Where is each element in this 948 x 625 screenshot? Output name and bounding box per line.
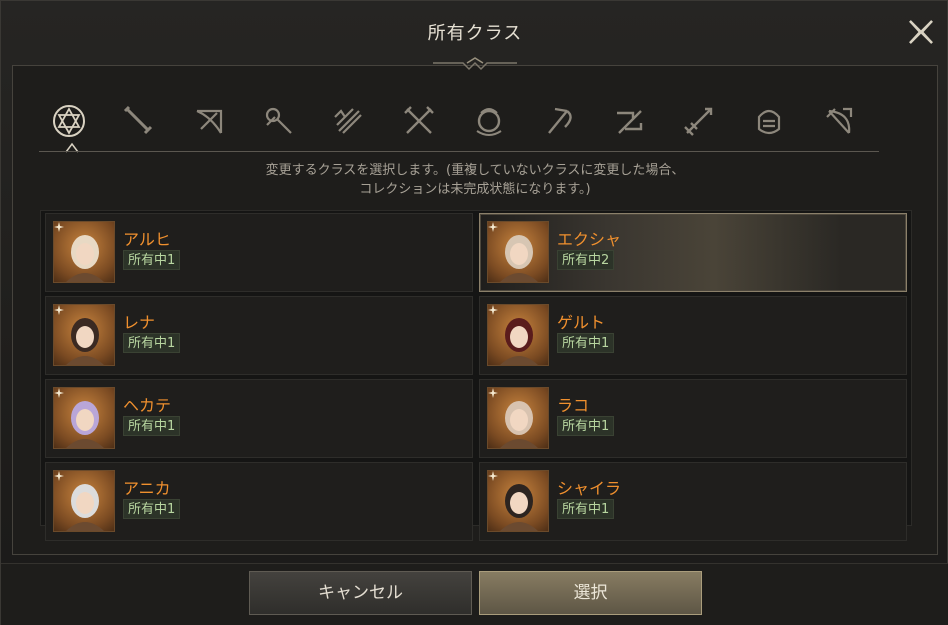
owned-count-badge: 所有中1 [123,499,181,519]
class-filter-tabs [41,93,877,153]
class-tab-7[interactable] [461,93,517,149]
quiver-icon [334,108,362,134]
class-portrait [53,470,115,532]
class-portrait [53,221,115,283]
staff-icon [265,107,292,134]
gauntlet-icon [757,109,781,135]
class-portrait [487,387,549,449]
owned-count-badge: 所有中2 [557,250,615,270]
spear-icon [684,107,713,136]
bow-icon [826,107,853,134]
twin-guns-icon [617,110,643,134]
class-portrait [487,470,549,532]
class-name: シャイラ [557,479,622,498]
hexagram-all-icon [53,105,85,137]
class-name: レナ [123,313,156,332]
description: 変更するクラスを選択します。(重複していないクラスに変更した場合、 コレクション… [1,161,948,199]
sparkle-icon [488,471,498,481]
owned-class-dialog: 所有クラス 変更するクラスを選択します。(重複していないクラスに変更した場合、 … [0,0,948,625]
owned-count-badge: 所有中1 [557,499,615,519]
scythe-icon [548,107,572,134]
cancel-button[interactable]: キャンセル [249,571,472,615]
dual-daggers-icon [404,106,434,134]
class-portrait [487,304,549,366]
class-tab-2[interactable] [111,93,167,149]
owned-count-badge: 所有中1 [557,416,615,436]
close-icon [909,20,933,44]
description-line-1: 変更するクラスを選択します。(重複していないクラスに変更した場合、 [265,163,685,178]
class-portrait [53,387,115,449]
close-button[interactable] [907,18,935,46]
sparkle-icon [488,305,498,315]
dialog-title: 所有クラス [427,23,523,44]
footer [1,563,948,625]
class-card[interactable]: ゲルト 所有中1 [479,296,907,375]
class-card[interactable]: エクシャ 所有中2 [479,213,907,292]
class-list[interactable]: アルヒ 所有中1 エクシャ 所有中2 レナ 所有中1 ゲルト 所有中1 ヘカテ 所有中1 ラコ 所有中… [40,210,912,541]
sparkle-icon [54,222,64,232]
sparkle-icon [54,388,64,398]
class-tab-11[interactable] [741,93,797,149]
select-button[interactable]: 選択 [479,571,702,615]
class-name: ラコ [557,396,590,415]
class-portrait [53,304,115,366]
class-card[interactable]: レナ 所有中1 [45,296,473,375]
class-name: アニカ [123,479,171,498]
owned-count-badge: 所有中1 [557,333,615,353]
crossbow-icon [196,109,223,134]
class-card[interactable]: アルヒ 所有中1 [45,213,473,292]
class-tab-8[interactable] [531,93,587,149]
class-card[interactable]: シャイラ 所有中1 [479,462,907,541]
class-portrait [487,221,549,283]
ornament-icon [433,57,517,71]
sparkle-icon [488,388,498,398]
class-card[interactable]: ラコ 所有中1 [479,379,907,458]
greatsword-icon [123,105,153,135]
class-tab-6[interactable] [391,93,447,149]
sparkle-icon [54,471,64,481]
description-line-2: コレクションは未完成状態になります。) [359,182,591,197]
title-bar: 所有クラス [1,1,948,63]
class-card[interactable]: アニカ 所有中1 [45,462,473,541]
class-name: エクシャ [557,230,622,249]
class-tab-9[interactable] [601,93,657,149]
owned-count-badge: 所有中1 [123,333,181,353]
orb-icon [476,108,502,136]
tab-divider [39,151,879,152]
owned-count-badge: 所有中1 [123,250,181,270]
class-card[interactable]: ヘカテ 所有中1 [45,379,473,458]
class-tab-4[interactable] [251,93,307,149]
class-name: アルヒ [123,230,171,249]
class-name: ヘカテ [123,396,172,415]
sparkle-icon [54,305,64,315]
class-name: ゲルト [557,313,606,332]
class-tab-5[interactable] [321,93,377,149]
class-tab-3[interactable] [181,93,237,149]
class-tab-10[interactable] [671,93,727,149]
owned-count-badge: 所有中1 [123,416,181,436]
class-tab-12[interactable] [811,93,867,149]
sparkle-icon [488,222,498,232]
